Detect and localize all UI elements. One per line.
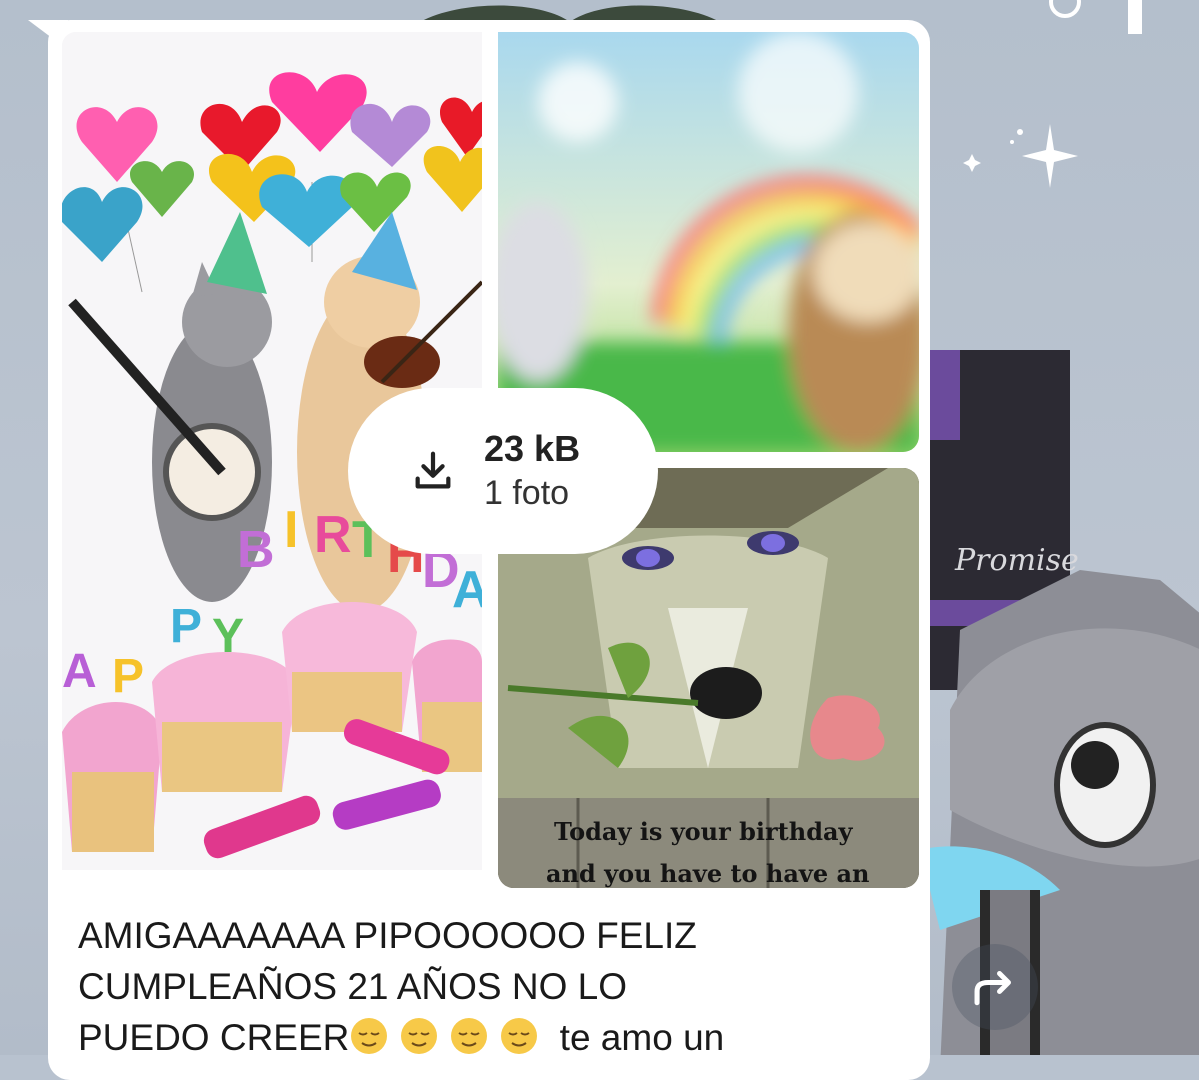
svg-text:P: P xyxy=(112,650,144,703)
wolf-caption-line1: Today is your birthday xyxy=(554,817,854,846)
caption-text: PUEDO CREER xyxy=(78,1017,350,1058)
download-count: 1 foto xyxy=(484,474,570,512)
caption-text: te amo un xyxy=(549,1017,725,1058)
caption-line: CUMPLEAÑOS 21 AÑOS NO LO xyxy=(78,966,628,1007)
svg-text:A: A xyxy=(452,561,482,619)
message-caption: AMIGAAAAAAA PIPOOOOOO FELIZ CUMPLEAÑOS 2… xyxy=(78,910,898,1063)
sparkle-decoration xyxy=(963,124,1078,188)
caption-line: AMIGAAAAAAA PIPOOOOOO FELIZ xyxy=(78,915,697,956)
wallpaper-bar-decoration xyxy=(1128,0,1142,34)
svg-text:R: R xyxy=(314,506,352,564)
relieved-face-emoji-icon xyxy=(451,1018,488,1054)
forward-icon xyxy=(974,971,1011,1006)
svg-text:P: P xyxy=(170,600,202,653)
wallpaper-watermark: Promise xyxy=(954,543,1079,578)
svg-text:I: I xyxy=(284,501,298,559)
relieved-face-emoji-icon xyxy=(501,1018,538,1054)
download-pill[interactable]: 23 kB 1 foto xyxy=(348,388,658,554)
wallpaper-character: Promise xyxy=(920,350,1199,1055)
forward-button[interactable] xyxy=(952,944,1038,1030)
circle-decoration xyxy=(1049,0,1081,18)
svg-text:A: A xyxy=(62,645,97,698)
relieved-face-emoji-icon xyxy=(351,1018,388,1054)
relieved-face-emoji-icon xyxy=(401,1018,438,1054)
caption-line: PUEDO CREER te amo un xyxy=(78,1012,898,1063)
svg-text:B: B xyxy=(237,521,275,579)
download-icon[interactable] xyxy=(410,448,456,494)
media-album[interactable]: B I R T H D A A P P Y Today is your birt… xyxy=(62,32,920,890)
download-size: 23 kB xyxy=(484,428,581,469)
wallpaper-leaf-decoration xyxy=(420,5,720,22)
message-bubble[interactable]: B I R T H D A A P P Y Today is your birt… xyxy=(48,20,930,1080)
download-info: 23 kB 1 foto xyxy=(484,427,580,515)
wolf-caption-line2: and you have to have an xyxy=(546,859,869,888)
